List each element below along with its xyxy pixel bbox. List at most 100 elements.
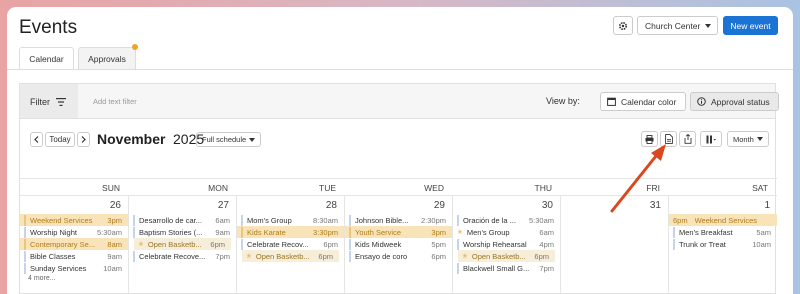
event-title: Sunday Services — [30, 263, 87, 273]
gear-icon — [618, 21, 628, 30]
event-item[interactable]: Youth Service 3pm — [345, 226, 452, 238]
event-title: Kids Midweek — [355, 239, 402, 249]
event-item[interactable]: Celebrate Recov... 6pm — [237, 238, 344, 250]
view-calendar-color-button[interactable]: Calendar color — [600, 92, 686, 111]
event-item[interactable]: Blackwell Small G... 7pm — [453, 262, 560, 274]
event-title: Weekend Services — [30, 215, 93, 225]
event-time: 7pm — [215, 251, 230, 261]
day-cell[interactable]: 28 Mom's Group 8:30am Kids Karate 3:30pm Cele… — [236, 195, 344, 294]
event-item[interactable]: Worship Rehearsal 4pm — [453, 238, 560, 250]
share-button[interactable] — [679, 131, 696, 147]
schedule-dropdown[interactable]: Full schedule — [196, 132, 261, 147]
app-window: Events Church Center New event Calendar … — [7, 7, 793, 294]
day-number: 29 — [433, 200, 445, 211]
day-cell[interactable]: 31 — [560, 195, 668, 294]
event-time: 6pm — [323, 239, 338, 249]
event-item[interactable]: Ensayo de coro 6pm — [345, 250, 452, 262]
event-item[interactable]: Worship Night 5:30am — [20, 226, 128, 238]
event-title: Men's Group — [466, 227, 510, 237]
event-item[interactable]: Weekend Services 3pm — [20, 214, 128, 226]
event-title: Baptism Stories (... — [139, 227, 203, 237]
event-item[interactable]: 6pm Weekend Services — [669, 214, 777, 226]
view-by-label: View by: — [546, 96, 580, 106]
event-time: 2:30pm — [420, 215, 446, 225]
approval-status-label: Approval status — [711, 96, 770, 107]
event-color-bar — [349, 238, 351, 250]
event-item[interactable]: Celebrate Recove... 7pm — [129, 250, 236, 262]
event-time: 6pm — [431, 251, 446, 261]
event-item[interactable]: Oración de la ... 5:30am — [453, 214, 560, 226]
print-button[interactable] — [641, 131, 658, 147]
filter-button[interactable]: Filter — [20, 84, 78, 119]
event-time: 5am — [756, 227, 771, 237]
event-item[interactable]: Men's Breakfast 5am — [669, 226, 777, 238]
event-title: Johnson Bible... — [355, 215, 409, 225]
event-color-bar — [24, 250, 26, 262]
day-cell[interactable]: 29 Johnson Bible... 2:30pm Youth Service 3pm… — [344, 195, 452, 294]
event-title: Contemporary Se... — [30, 239, 96, 249]
event-item[interactable]: ✭ Open Basketb... 6pm — [242, 250, 339, 262]
event-item[interactable]: ✭ Open Basketb... 6pm — [134, 238, 231, 250]
tab-calendar[interactable]: Calendar — [19, 47, 74, 70]
chevron-left-icon — [34, 136, 39, 143]
calendar-color-label: Calendar color — [621, 96, 677, 107]
more-events-link[interactable]: 4 more... — [28, 275, 128, 282]
prev-month-button[interactable] — [30, 132, 43, 147]
event-item[interactable]: ✭ Open Basketb... 6pm — [458, 250, 555, 262]
view-approval-status-button[interactable]: Approval status — [690, 92, 779, 111]
notification-dot — [132, 44, 138, 50]
day-cell[interactable]: 30 Oración de la ... 5:30am ✭ Men's Group 6am… — [452, 195, 560, 294]
event-item[interactable]: Kids Midweek 5pm — [345, 238, 452, 250]
event-color-bar — [349, 250, 351, 262]
event-title: Open Basketb... — [471, 251, 526, 261]
event-time: 6pm — [318, 251, 333, 261]
event-color-bar — [241, 226, 243, 238]
event-time: 6am — [215, 215, 230, 225]
event-title: Open Basketb... — [147, 239, 202, 249]
export-pdf-button[interactable] — [660, 131, 677, 147]
event-color-bar — [349, 226, 351, 238]
event-item[interactable]: Kids Karate 3:30pm — [237, 226, 344, 238]
church-center-dropdown[interactable]: Church Center — [637, 16, 718, 35]
layout-options-button[interactable] — [700, 131, 722, 147]
event-title: Men's Breakfast — [679, 227, 733, 237]
event-time: 8am — [107, 239, 122, 249]
next-month-button[interactable] — [77, 132, 90, 147]
event-color-bar — [133, 250, 135, 262]
event-item[interactable]: Sunday Services 10am — [20, 262, 128, 274]
event-time: 3pm — [431, 227, 446, 237]
event-item[interactable]: Baptism Stories (... 9am — [129, 226, 236, 238]
event-item[interactable]: Johnson Bible... 2:30pm — [345, 214, 452, 226]
event-time: 8:30am — [312, 215, 338, 225]
tab-approvals[interactable]: Approvals — [78, 44, 138, 70]
event-item[interactable]: Contemporary Se... 8am — [20, 238, 128, 250]
day-cell[interactable]: 27 Desarrollo de car... 6am Baptism Stories… — [128, 195, 236, 294]
weekday-sun: SUN — [102, 183, 120, 193]
event-item[interactable]: Bible Classes 9am — [20, 250, 128, 262]
view-mode-dropdown[interactable]: Month — [727, 131, 769, 147]
church-center-label: Church Center — [645, 20, 701, 31]
chevron-down-icon — [757, 137, 763, 141]
event-item[interactable]: Mom's Group 8:30am — [237, 214, 344, 226]
event-item[interactable]: Desarrollo de car... 6am — [129, 214, 236, 226]
event-color-bar — [24, 226, 26, 238]
day-cell[interactable]: 26 Weekend Services 3pm Worship Night 5:30am… — [20, 195, 128, 294]
event-item[interactable]: ✭ Men's Group 6am — [453, 226, 560, 238]
event-title: Celebrate Recov... — [247, 239, 309, 249]
filter-label: Filter — [30, 96, 50, 107]
today-button[interactable]: Today — [45, 132, 75, 147]
event-time: 9am — [107, 251, 122, 261]
new-event-button[interactable]: New event — [723, 16, 778, 35]
event-color-bar — [24, 238, 26, 250]
event-title: Worship Night — [30, 227, 77, 237]
text-filter-input[interactable]: Add text filter — [93, 97, 137, 106]
calendar-panel: Today November 2025 Full schedule Month … — [19, 118, 777, 294]
settings-button[interactable] — [613, 16, 633, 35]
day-cell[interactable]: 1 6pm Weekend Services Men's Breakfast 5am Tr… — [668, 195, 777, 294]
event-item[interactable]: Trunk or Treat 10am — [669, 238, 777, 250]
event-title: Blackwell Small G... — [463, 263, 530, 273]
event-color-bar — [457, 238, 459, 250]
event-color-bar — [24, 214, 26, 226]
chevron-down-icon — [705, 24, 711, 28]
weekday-thu: THU — [534, 183, 552, 193]
